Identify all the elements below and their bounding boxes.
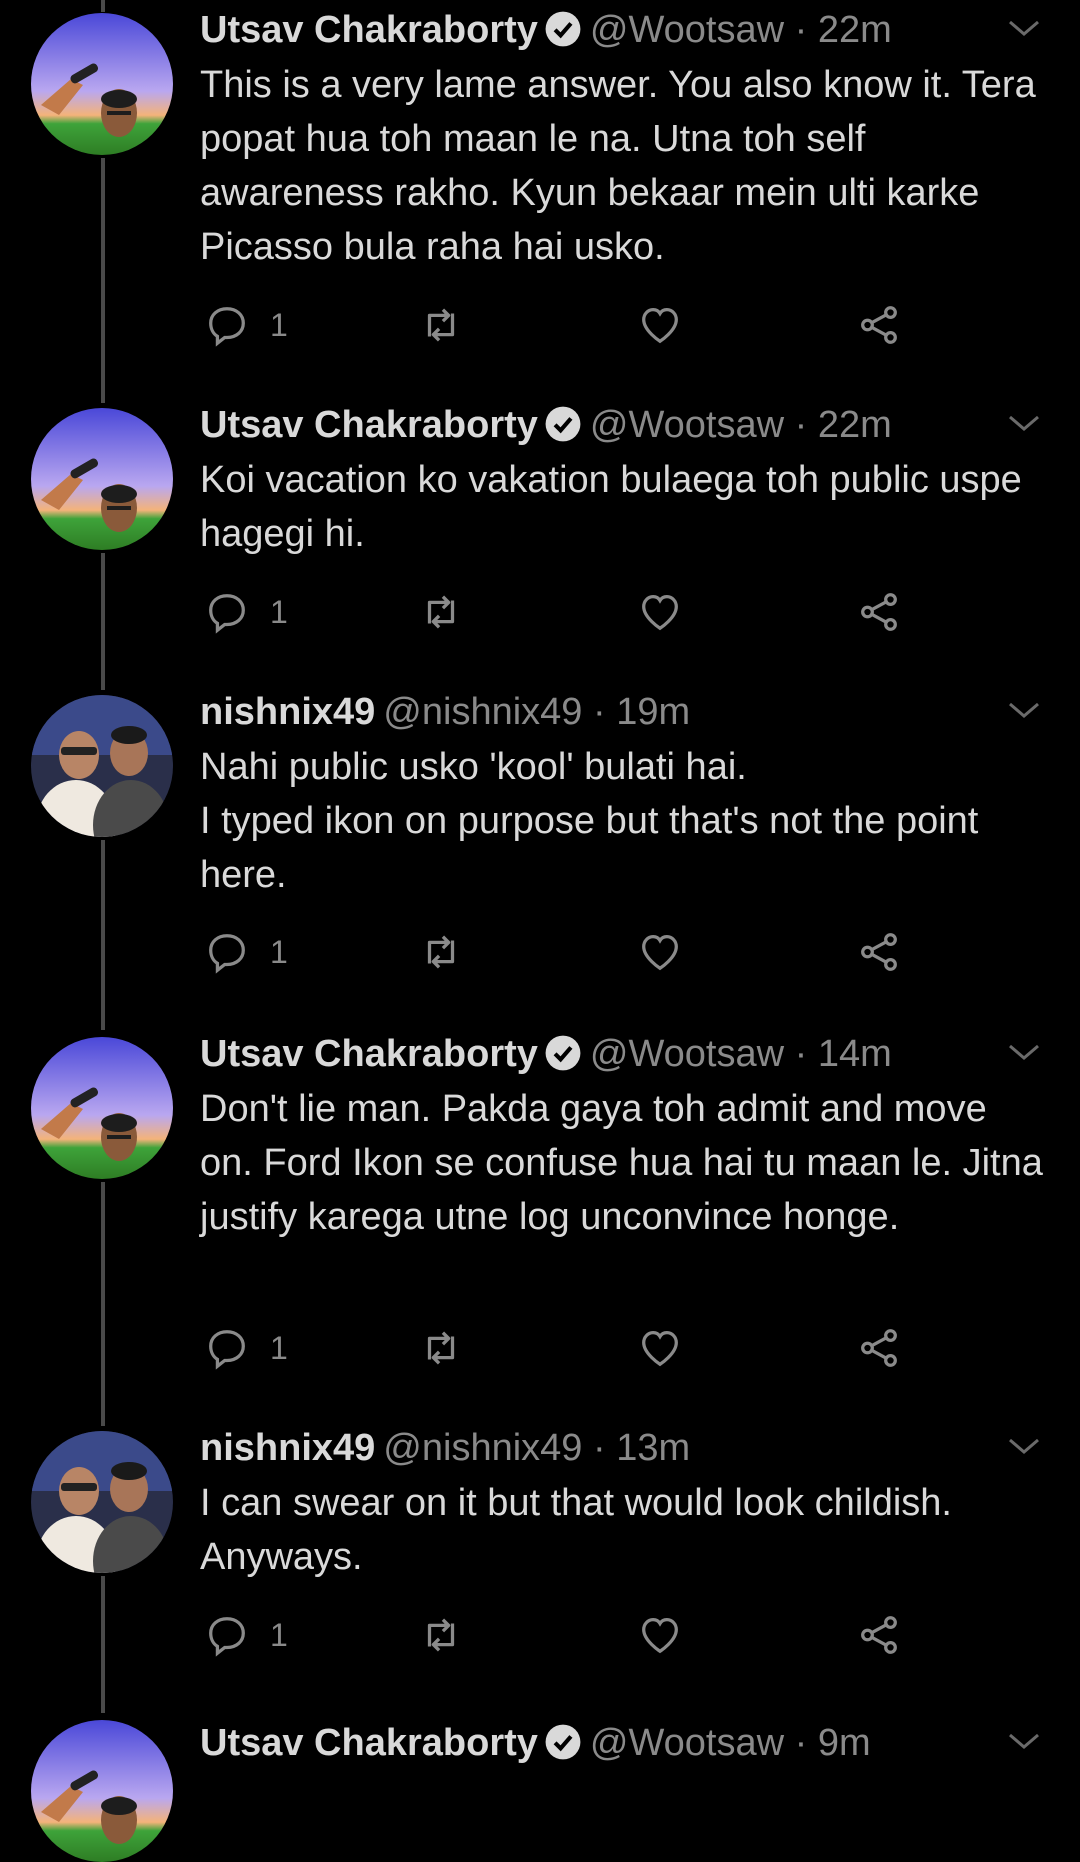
chevron-down-icon[interactable] [1006, 1726, 1042, 1756]
display-name[interactable]: Utsav Chakraborty [200, 1033, 538, 1075]
reply-button[interactable]: 1 [204, 1323, 288, 1373]
tweet-text: This is a very lame answer. You also kno… [200, 64, 1036, 268]
avatar-utsav-image [31, 1720, 173, 1862]
retweet-button[interactable] [418, 300, 464, 350]
avatar-utsav-image [31, 13, 173, 155]
tweet-text: Don't lie man. Pakda gaya toh admit and … [200, 1088, 1043, 1238]
share-button[interactable] [856, 1610, 902, 1660]
chevron-down-icon[interactable] [1006, 408, 1042, 438]
reply-button[interactable]: 1 [204, 927, 288, 977]
reply-count: 1 [270, 933, 288, 970]
like-button[interactable] [637, 1323, 683, 1373]
chevron-down-icon[interactable] [1006, 13, 1042, 43]
share-icon [861, 933, 897, 971]
tweet-actions: 1 [200, 300, 920, 350]
reply-icon [209, 307, 245, 347]
handle-and-time[interactable]: @Wootsaw · 9m [590, 1722, 871, 1764]
thread-connector-line [101, 158, 105, 403]
avatar-utsav-image [31, 1037, 173, 1179]
share-button[interactable] [856, 927, 902, 977]
retweet-button[interactable] [418, 587, 464, 637]
tweet-text-line: Nahi public usko 'kool' bulati hai. [200, 746, 747, 788]
share-icon [861, 1329, 897, 1367]
retweet-icon [427, 308, 455, 342]
avatar[interactable] [31, 1037, 173, 1179]
reply-button[interactable]: 1 [204, 587, 288, 637]
heart-icon [642, 1331, 678, 1367]
verified-badge-icon [545, 1724, 581, 1760]
thread-connector-line [101, 840, 105, 1030]
display-name[interactable]: Utsav Chakraborty [200, 404, 538, 446]
thread-connector-line [101, 1182, 105, 1426]
reply-count: 1 [270, 1329, 288, 1366]
share-icon [861, 593, 897, 631]
verified-badge-icon [545, 11, 581, 47]
display-name[interactable]: Utsav Chakraborty [200, 9, 538, 51]
share-button[interactable] [856, 300, 902, 350]
thread-connector-line [101, 1576, 105, 1713]
avatar[interactable] [31, 1720, 173, 1862]
retweet-button[interactable] [418, 927, 464, 977]
thread-connector-line [101, 553, 105, 690]
tweet-actions: 1 [200, 927, 920, 977]
reply-icon [209, 934, 245, 974]
tweet-actions: 1 [200, 587, 920, 637]
display-name[interactable]: nishnix49 [200, 691, 375, 733]
verified-badge-icon [545, 406, 581, 442]
reply-count: 1 [270, 593, 288, 630]
heart-icon [642, 1618, 678, 1654]
like-button[interactable] [637, 927, 683, 977]
avatar-nishnix-image [31, 1431, 173, 1573]
share-button[interactable] [856, 1323, 902, 1373]
handle-and-time[interactable]: @Wootsaw · 14m [590, 1033, 892, 1075]
share-icon [861, 306, 897, 344]
reply-button[interactable]: 1 [204, 1610, 288, 1660]
like-button[interactable] [637, 1610, 683, 1660]
like-button[interactable] [637, 587, 683, 637]
retweet-icon [427, 1331, 455, 1365]
avatar-utsav-image [31, 408, 173, 550]
tweet-text-line: I typed ikon on purpose but that's not t… [200, 800, 979, 896]
heart-icon [642, 935, 678, 971]
chevron-down-icon[interactable] [1006, 1037, 1042, 1067]
retweet-button[interactable] [418, 1610, 464, 1660]
retweet-button[interactable] [418, 1323, 464, 1373]
share-button[interactable] [856, 587, 902, 637]
tweet-text: Nahi public usko 'kool' bulati hai. I ty… [200, 740, 1050, 902]
tweet-actions: 1 [200, 1323, 920, 1373]
tweet-text: I can swear on it but that would look ch… [200, 1482, 952, 1578]
tweet-text: Koi vacation ko vakation bulaega toh pub… [200, 459, 1022, 555]
tweet-actions: 1 [200, 1610, 920, 1660]
heart-icon [642, 308, 678, 344]
thread-connector-line [101, 0, 105, 12]
retweet-icon [427, 935, 455, 969]
handle-and-time[interactable]: @nishnix49 · 13m [383, 1427, 690, 1469]
handle-and-time[interactable]: @Wootsaw · 22m [590, 404, 892, 446]
reply-icon [209, 1330, 245, 1370]
retweet-icon [427, 595, 455, 629]
avatar[interactable] [31, 695, 173, 837]
like-button[interactable] [637, 300, 683, 350]
reply-icon [209, 594, 245, 634]
avatar[interactable] [31, 13, 173, 155]
display-name[interactable]: Utsav Chakraborty [200, 1722, 538, 1764]
chevron-down-icon[interactable] [1006, 1431, 1042, 1461]
heart-icon [642, 595, 678, 631]
reply-icon [209, 1617, 245, 1657]
retweet-icon [427, 1618, 455, 1652]
avatar-nishnix-image [31, 695, 173, 837]
avatar[interactable] [31, 1431, 173, 1573]
reply-button[interactable]: 1 [204, 300, 288, 350]
reply-count: 1 [270, 1616, 288, 1653]
display-name[interactable]: nishnix49 [200, 1427, 375, 1469]
verified-badge-icon [545, 1035, 581, 1071]
share-icon [861, 1616, 897, 1654]
chevron-down-icon[interactable] [1006, 695, 1042, 725]
avatar[interactable] [31, 408, 173, 550]
handle-and-time[interactable]: @nishnix49 · 19m [383, 691, 690, 733]
reply-count: 1 [270, 306, 288, 343]
handle-and-time[interactable]: @Wootsaw · 22m [590, 9, 892, 51]
